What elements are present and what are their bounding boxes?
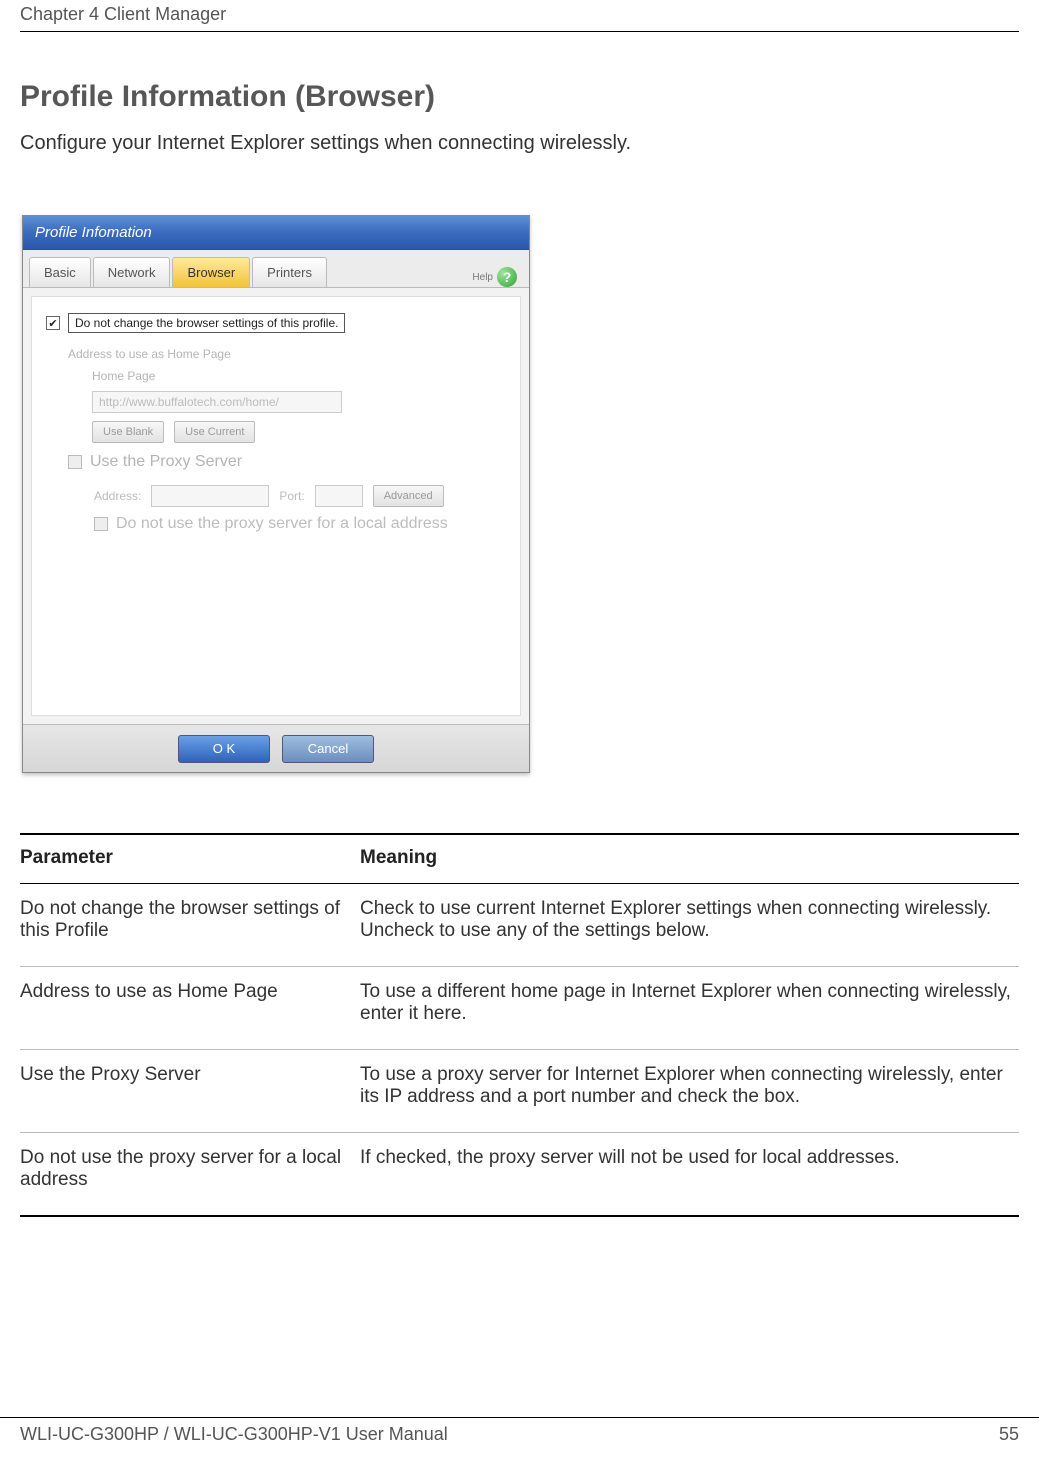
cancel-button[interactable]: Cancel: [282, 735, 374, 763]
section-title: Profile Information (Browser): [20, 80, 1019, 114]
section-intro: Configure your Internet Explorer setting…: [20, 132, 1019, 155]
proxy-address-input[interactable]: [151, 485, 269, 507]
dialog-body: Do not change the browser settings of th…: [31, 296, 521, 716]
tab-browser[interactable]: Browser: [172, 257, 250, 287]
footer-manual: WLI-UC-G300HP / WLI-UC-G300HP-V1 User Ma…: [20, 1424, 448, 1445]
proxy-port-input[interactable]: [315, 485, 363, 507]
dont-change-label: Do not change the browser settings of th…: [68, 313, 345, 333]
ok-button[interactable]: O K: [178, 735, 270, 763]
col-meaning: Meaning: [360, 834, 1019, 884]
param-cell: Do not use the proxy server for a local …: [20, 1133, 360, 1217]
tab-printers[interactable]: Printers: [252, 257, 327, 287]
meaning-cell: Check to use current Internet Explorer s…: [360, 884, 1019, 967]
use-proxy-label: Use the Proxy Server: [90, 453, 242, 471]
dialog-title: Profile Infomation: [23, 216, 529, 250]
meaning-cell: If checked, the proxy server will not be…: [360, 1133, 1019, 1217]
use-current-button[interactable]: Use Current: [174, 421, 255, 443]
dialog-tabs: Basic Network Browser Printers Help ?: [23, 250, 529, 288]
table-row: Do not use the proxy server for a local …: [20, 1133, 1019, 1217]
home-group-label: Address to use as Home Page: [68, 347, 506, 361]
no-proxy-local-checkbox[interactable]: [94, 517, 108, 531]
tab-basic[interactable]: Basic: [29, 257, 91, 287]
parameter-table: Parameter Meaning Do not change the brow…: [20, 833, 1019, 1217]
footer-page-number: 55: [999, 1424, 1019, 1445]
param-cell: Address to use as Home Page: [20, 967, 360, 1050]
port-label: Port:: [279, 489, 304, 503]
table-row: Do not change the browser settings of th…: [20, 884, 1019, 967]
tab-network[interactable]: Network: [93, 257, 171, 287]
table-row: Use the Proxy Server To use a proxy serv…: [20, 1050, 1019, 1133]
home-page-input[interactable]: [92, 391, 342, 413]
use-proxy-checkbox[interactable]: [68, 455, 82, 469]
home-page-label: Home Page: [92, 369, 155, 383]
param-cell: Use the Proxy Server: [20, 1050, 360, 1133]
page-footer: WLI-UC-G300HP / WLI-UC-G300HP-V1 User Ma…: [0, 1417, 1039, 1445]
advanced-button[interactable]: Advanced: [373, 485, 444, 507]
chapter-header: Chapter 4 Client Manager: [20, 0, 1019, 32]
param-cell: Do not change the browser settings of th…: [20, 884, 360, 967]
profile-info-dialog: Profile Infomation Basic Network Browser…: [22, 215, 530, 773]
dont-change-checkbox[interactable]: [46, 316, 60, 330]
dialog-footer: O K Cancel: [23, 724, 529, 772]
col-parameter: Parameter: [20, 834, 360, 884]
help-button[interactable]: Help ?: [472, 267, 523, 287]
no-proxy-local-label: Do not use the proxy server for a local …: [116, 515, 448, 533]
meaning-cell: To use a proxy server for Internet Explo…: [360, 1050, 1019, 1133]
help-icon: ?: [497, 267, 517, 287]
table-row: Address to use as Home Page To use a dif…: [20, 967, 1019, 1050]
help-label: Help: [472, 272, 493, 283]
meaning-cell: To use a different home page in Internet…: [360, 967, 1019, 1050]
use-blank-button[interactable]: Use Blank: [92, 421, 164, 443]
address-label: Address:: [94, 489, 141, 503]
